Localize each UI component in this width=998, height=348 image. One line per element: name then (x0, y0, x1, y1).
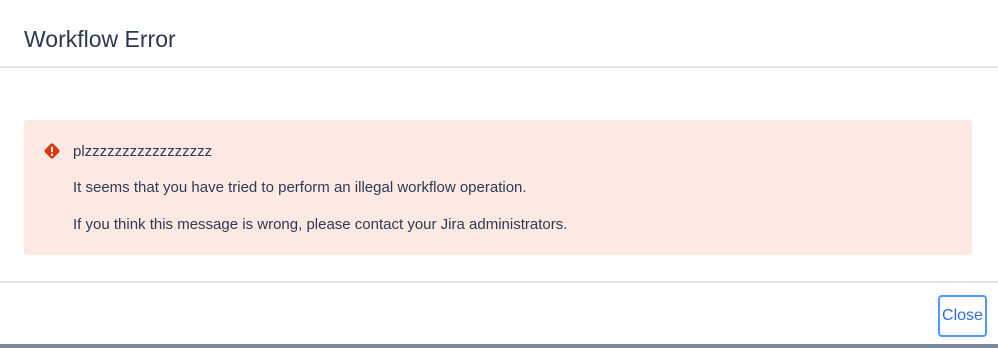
dialog-body: plzzzzzzzzzzzzzzzzz It seems that you ha… (0, 70, 998, 281)
dialog-title: Workflow Error (24, 26, 176, 52)
dialog-footer: Close (0, 281, 998, 348)
dialog-header: Workflow Error (0, 0, 998, 68)
error-message-line: It seems that you have tried to perform … (73, 179, 527, 196)
error-icon (43, 142, 61, 160)
error-message-line: If you think this message is wrong, plea… (73, 216, 568, 233)
close-button[interactable]: Close (938, 295, 987, 337)
error-title: plzzzzzzzzzzzzzzzzz (73, 143, 213, 160)
error-message-panel: plzzzzzzzzzzzzzzzzz It seems that you ha… (24, 120, 972, 255)
workflow-error-dialog: Workflow Error plzzzzzzzzzzzzzzzzz It se… (0, 0, 998, 348)
